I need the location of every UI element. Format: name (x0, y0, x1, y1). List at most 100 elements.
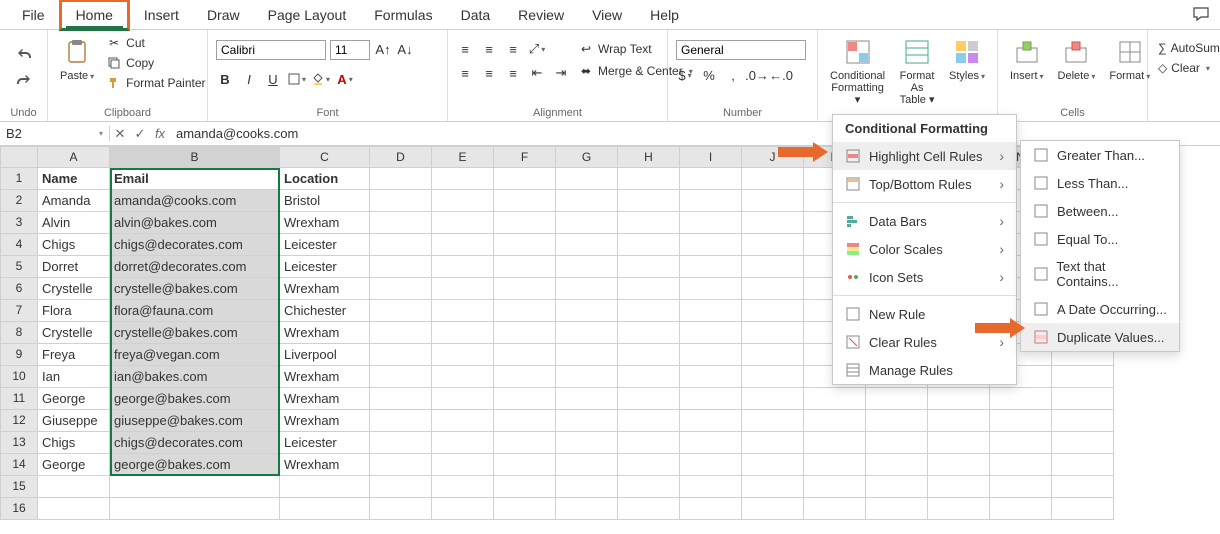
cell-M16[interactable] (928, 498, 990, 520)
cell-I14[interactable] (680, 454, 742, 476)
cell-H1[interactable] (618, 168, 680, 190)
submenu-duplicate-values[interactable]: Duplicate Values... (1021, 323, 1179, 351)
cell-A2[interactable]: Amanda (38, 190, 110, 212)
row-header-11[interactable]: 11 (0, 388, 38, 410)
cell-I12[interactable] (680, 410, 742, 432)
tab-page-layout[interactable]: Page Layout (254, 2, 361, 28)
cell-I2[interactable] (680, 190, 742, 212)
cell-C8[interactable]: Wrexham (280, 322, 370, 344)
underline-button[interactable]: U (264, 70, 282, 88)
undo-icon[interactable] (16, 49, 32, 65)
cell-G14[interactable] (556, 454, 618, 476)
row-header-1[interactable]: 1 (0, 168, 38, 190)
cell-A7[interactable]: Flora (38, 300, 110, 322)
font-color-button[interactable]: A (336, 70, 354, 88)
cell-C12[interactable]: Wrexham (280, 410, 370, 432)
insert-cells-button[interactable]: Insert (1006, 34, 1048, 84)
row-header-5[interactable]: 5 (0, 256, 38, 278)
cell-I3[interactable] (680, 212, 742, 234)
paste-button[interactable]: Paste (56, 34, 98, 84)
cell-D15[interactable] (370, 476, 432, 498)
align-middle-icon[interactable]: ≡ (480, 40, 498, 58)
cell-D14[interactable] (370, 454, 432, 476)
cell-N14[interactable] (990, 454, 1052, 476)
cell-B1[interactable]: Email (110, 168, 280, 190)
col-header-A[interactable]: A (38, 146, 110, 168)
cell-E16[interactable] (432, 498, 494, 520)
cell-B14[interactable]: george@bakes.com (110, 454, 280, 476)
cell-B8[interactable]: crystelle@bakes.com (110, 322, 280, 344)
row-header-15[interactable]: 15 (0, 476, 38, 498)
cell-J11[interactable] (742, 388, 804, 410)
tab-insert[interactable]: Insert (130, 2, 193, 28)
cell-F8[interactable] (494, 322, 556, 344)
col-header-I[interactable]: I (680, 146, 742, 168)
cell-B2[interactable]: amanda@cooks.com (110, 190, 280, 212)
cell-G8[interactable] (556, 322, 618, 344)
cell-K16[interactable] (804, 498, 866, 520)
cell-D1[interactable] (370, 168, 432, 190)
cell-F2[interactable] (494, 190, 556, 212)
cell-N12[interactable] (990, 410, 1052, 432)
cell-G16[interactable] (556, 498, 618, 520)
submenu-between[interactable]: Between... (1021, 197, 1179, 225)
cell-D7[interactable] (370, 300, 432, 322)
cell-I7[interactable] (680, 300, 742, 322)
cell-L13[interactable] (866, 432, 928, 454)
menu-color-scales[interactable]: Color Scales (833, 235, 1016, 263)
cell-J9[interactable] (742, 344, 804, 366)
cell-K11[interactable] (804, 388, 866, 410)
cell-K12[interactable] (804, 410, 866, 432)
cell-K14[interactable] (804, 454, 866, 476)
cell-D13[interactable] (370, 432, 432, 454)
tab-draw[interactable]: Draw (193, 2, 254, 28)
cell-G5[interactable] (556, 256, 618, 278)
tab-data[interactable]: Data (447, 2, 505, 28)
cell-N15[interactable] (990, 476, 1052, 498)
cell-I13[interactable] (680, 432, 742, 454)
cell-G7[interactable] (556, 300, 618, 322)
row-header-9[interactable]: 9 (0, 344, 38, 366)
cell-D12[interactable] (370, 410, 432, 432)
cell-A16[interactable] (38, 498, 110, 520)
cell-J14[interactable] (742, 454, 804, 476)
italic-button[interactable]: I (240, 70, 258, 88)
cell-O10[interactable] (1052, 366, 1114, 388)
cell-N11[interactable] (990, 388, 1052, 410)
cell-B7[interactable]: flora@fauna.com (110, 300, 280, 322)
cell-H12[interactable] (618, 410, 680, 432)
tab-help[interactable]: Help (636, 2, 693, 28)
cell-I9[interactable] (680, 344, 742, 366)
cell-J12[interactable] (742, 410, 804, 432)
cell-A15[interactable] (38, 476, 110, 498)
cancel-formula-icon[interactable]: ✕ (110, 126, 130, 142)
cell-O14[interactable] (1052, 454, 1114, 476)
submenu-date-occurring[interactable]: A Date Occurring... (1021, 295, 1179, 323)
clear-button[interactable]: ◇Clear (1156, 60, 1212, 76)
cell-G9[interactable] (556, 344, 618, 366)
cell-B5[interactable]: dorret@decorates.com (110, 256, 280, 278)
select-all-corner[interactable] (0, 146, 38, 168)
cell-M12[interactable] (928, 410, 990, 432)
indent-decrease-icon[interactable]: ⇤ (528, 64, 546, 82)
cell-A13[interactable]: Chigs (38, 432, 110, 454)
cell-C5[interactable]: Leicester (280, 256, 370, 278)
cell-B11[interactable]: george@bakes.com (110, 388, 280, 410)
bold-button[interactable]: B (216, 70, 234, 88)
cell-F9[interactable] (494, 344, 556, 366)
cell-C16[interactable] (280, 498, 370, 520)
cell-H7[interactable] (618, 300, 680, 322)
cell-E13[interactable] (432, 432, 494, 454)
cell-H16[interactable] (618, 498, 680, 520)
cell-D11[interactable] (370, 388, 432, 410)
cell-A10[interactable]: Ian (38, 366, 110, 388)
cell-C15[interactable] (280, 476, 370, 498)
col-header-D[interactable]: D (370, 146, 432, 168)
cell-J13[interactable] (742, 432, 804, 454)
cell-D4[interactable] (370, 234, 432, 256)
cell-G12[interactable] (556, 410, 618, 432)
tab-file[interactable]: File (8, 2, 59, 28)
cell-B16[interactable] (110, 498, 280, 520)
cell-I15[interactable] (680, 476, 742, 498)
align-right-icon[interactable]: ≡ (504, 64, 522, 82)
